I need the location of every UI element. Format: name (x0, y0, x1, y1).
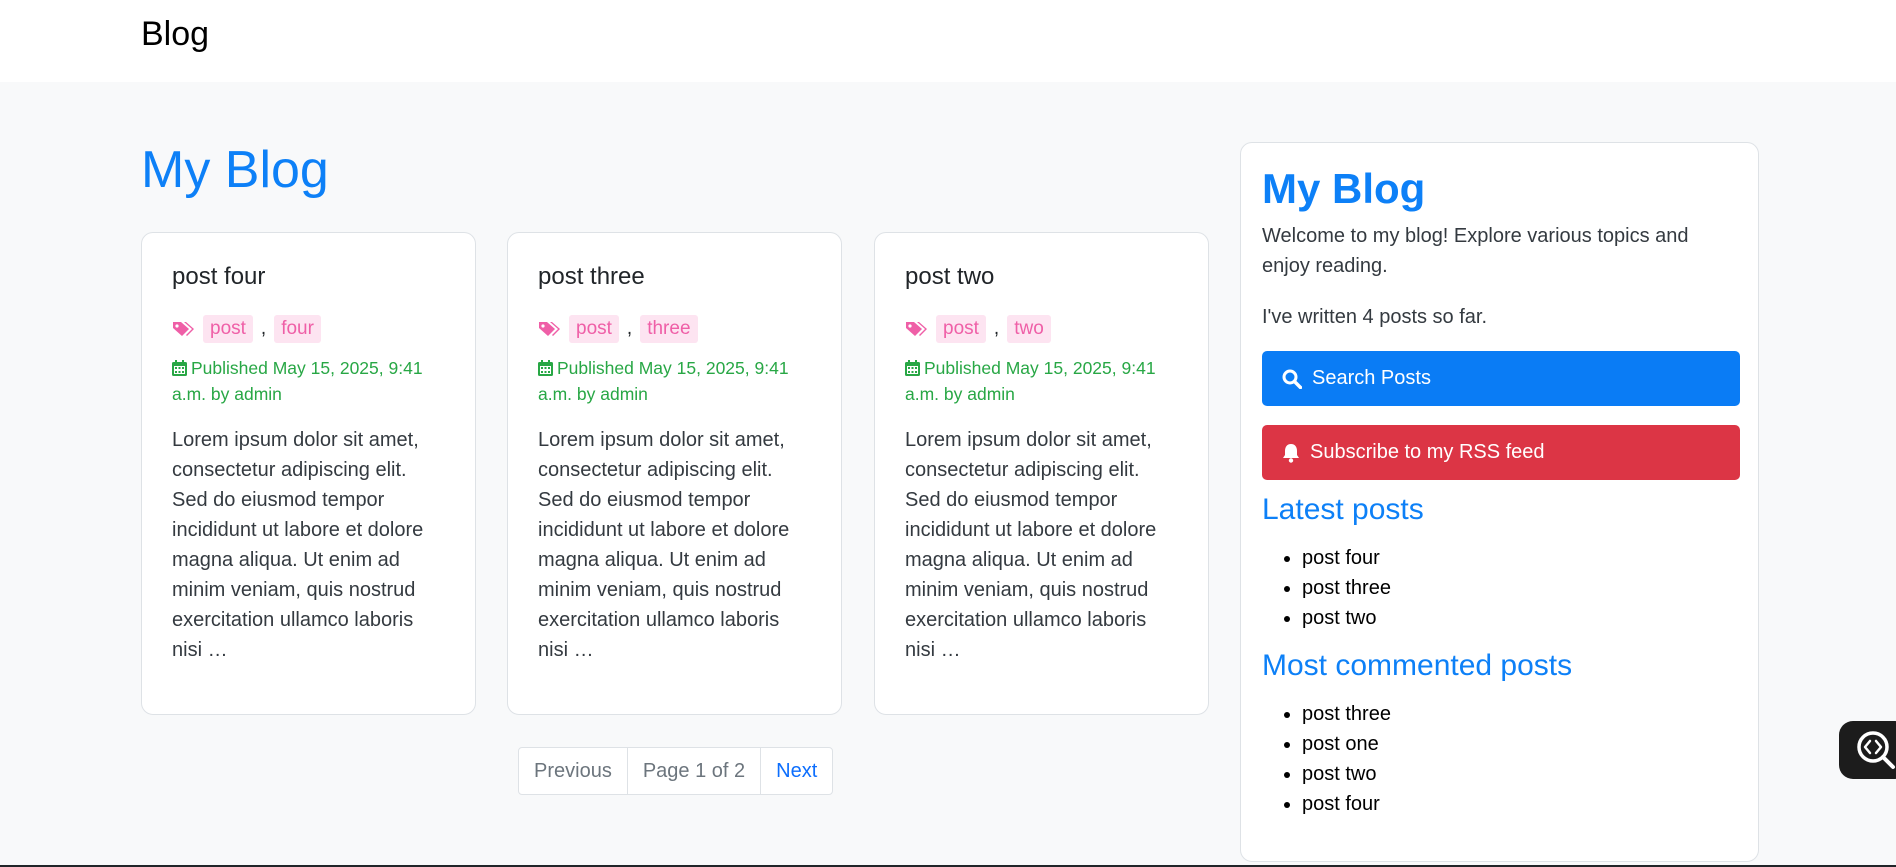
post-meta-text: Published May 15, 2025, 9:41 a.m. by adm… (538, 358, 789, 404)
next-button[interactable]: Next (761, 748, 832, 794)
commented-post-link[interactable]: post one (1302, 729, 1391, 759)
page-title: My Blog (141, 141, 329, 199)
navbar: Blog (0, 0, 1896, 82)
tag-badge[interactable]: two (1007, 315, 1051, 343)
most-commented-heading: Most commented posts (1262, 649, 1573, 682)
tag-badge[interactable]: four (274, 315, 321, 343)
bell-icon (1283, 443, 1299, 463)
page-indicator: Page 1 of 2 (628, 748, 762, 794)
post-title[interactable]: post two (905, 263, 994, 291)
subscribe-rss-button[interactable]: Subscribe to my RSS feed (1262, 425, 1740, 480)
calendar-icon (538, 360, 553, 376)
pagination: Previous Page 1 of 2 Next (518, 747, 834, 795)
tags-icon (173, 322, 194, 336)
post-title[interactable]: post four (172, 263, 265, 291)
sidebar-welcome-text: Welcome to my blog! Explore various topi… (1262, 225, 1689, 277)
tags-icon (539, 322, 560, 336)
post-excerpt: Lorem ipsum dolor sit amet, consectetur … (905, 429, 1157, 661)
sidebar-title: My Blog (1262, 165, 1426, 212)
code-search-icon (1857, 731, 1895, 769)
post-tags: post , three (538, 315, 698, 343)
post-meta: Published May 15, 2025, 9:41 a.m. by adm… (538, 355, 813, 407)
latest-posts-list: post four post three post two (1262, 543, 1391, 633)
commented-post-link[interactable]: post two (1302, 759, 1391, 789)
tags-icon (906, 322, 927, 336)
tag-badge[interactable]: three (640, 315, 698, 343)
latest-posts-heading: Latest posts (1262, 493, 1424, 526)
post-meta-text: Published May 15, 2025, 9:41 a.m. by adm… (905, 358, 1156, 404)
sidebar: My Blog Welcome to my blog! Explore vari… (1240, 142, 1759, 862)
tag-badge[interactable]: post (203, 315, 253, 343)
post-card: post two post , two Published May 15, 20… (874, 232, 1209, 715)
inspector-button[interactable] (1839, 721, 1896, 779)
tag-separator: , (993, 318, 1000, 339)
commented-post-link[interactable]: post four (1302, 789, 1391, 819)
post-meta: Published May 15, 2025, 9:41 a.m. by adm… (172, 355, 447, 407)
calendar-icon (172, 360, 187, 376)
post-meta: Published May 15, 2025, 9:41 a.m. by adm… (905, 355, 1180, 407)
tag-separator: , (626, 318, 633, 339)
latest-post-link[interactable]: post three (1302, 573, 1391, 603)
commented-post-link[interactable]: post three (1302, 699, 1391, 729)
post-tags: post , four (172, 315, 321, 343)
search-posts-label: Search Posts (1312, 367, 1431, 389)
calendar-icon (905, 360, 920, 376)
post-meta-text: Published May 15, 2025, 9:41 a.m. by adm… (172, 358, 423, 404)
search-posts-button[interactable]: Search Posts (1262, 351, 1740, 406)
post-title[interactable]: post three (538, 263, 645, 291)
post-excerpt: Lorem ipsum dolor sit amet, consectetur … (172, 429, 424, 661)
most-commented-list: post three post one post two post four (1262, 699, 1391, 819)
latest-post-link[interactable]: post four (1302, 543, 1391, 573)
tag-badge[interactable]: post (569, 315, 619, 343)
post-excerpt: Lorem ipsum dolor sit amet, consectetur … (538, 429, 790, 661)
latest-post-link[interactable]: post two (1302, 603, 1391, 633)
previous-button[interactable]: Previous (519, 748, 628, 794)
navbar-brand[interactable]: Blog (141, 14, 209, 54)
post-card: post three post , three Published May 15… (507, 232, 842, 715)
post-count-text: I've written 4 posts so far. (1262, 306, 1488, 328)
tag-separator: , (260, 318, 267, 339)
post-tags: post , two (905, 315, 1051, 343)
subscribe-rss-label: Subscribe to my RSS feed (1310, 441, 1545, 463)
search-icon (1282, 369, 1302, 389)
post-card: post four post , four Published May 15, … (141, 232, 476, 715)
tag-badge[interactable]: post (936, 315, 986, 343)
